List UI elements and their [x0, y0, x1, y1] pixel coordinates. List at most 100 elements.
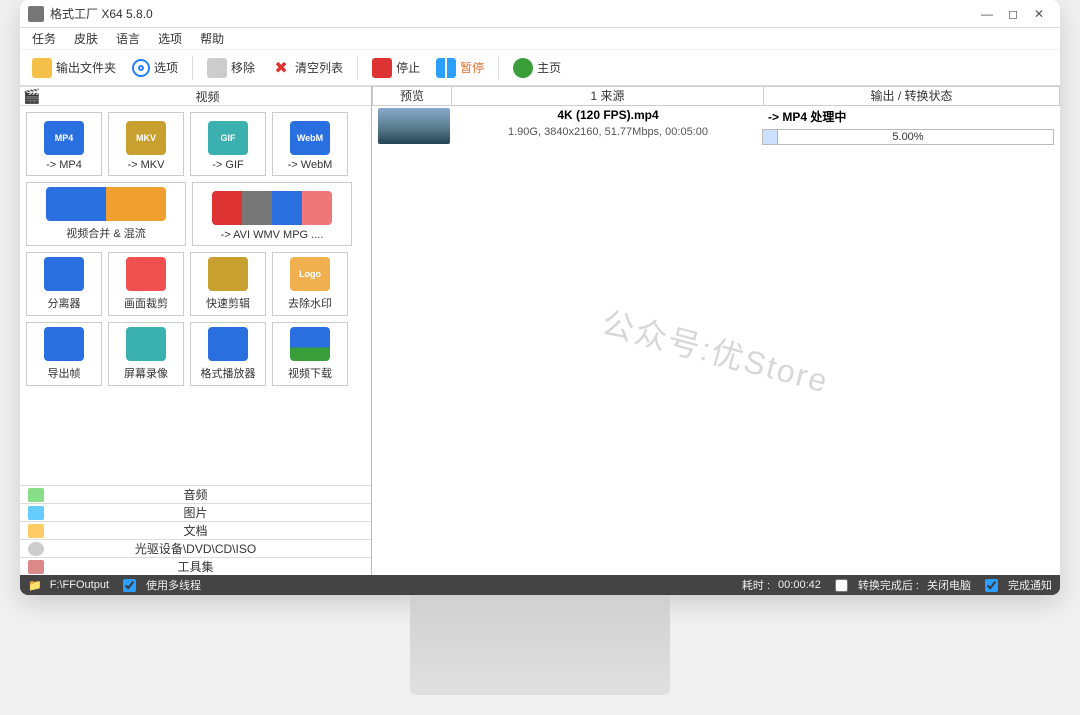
progress-text: 5.00%: [763, 130, 1053, 144]
tool-icon: [126, 327, 166, 361]
toolbar: 输出文件夹 选项 移除 ✖清空列表 停止 暂停 主页: [20, 50, 1060, 86]
tool-icon: MP4: [44, 121, 84, 155]
tool-icon: [46, 187, 166, 221]
tool-label: 快速剪辑: [206, 295, 250, 311]
tool-label: 画面裁剪: [124, 295, 168, 311]
after-done-checkbox[interactable]: [835, 579, 848, 592]
app-icon: [28, 6, 44, 22]
tool-5[interactable]: -> AVI WMV MPG ....: [192, 182, 352, 246]
tool-4[interactable]: 视频合并 & 混流: [26, 182, 186, 246]
done-notify-label: 完成通知: [1008, 577, 1052, 593]
tool-icon: GIF: [208, 121, 248, 155]
tool-icon: WebM: [290, 121, 330, 155]
home-button[interactable]: 主页: [507, 54, 567, 82]
tool-7[interactable]: 画面裁剪: [108, 252, 184, 316]
tool-label: 去除水印: [288, 295, 332, 311]
file-list: 4K (120 FPS).mp4 1.90G, 3840x2160, 51.77…: [372, 106, 1060, 575]
tool-label: -> MKV: [128, 159, 165, 171]
toolkit-icon: [28, 560, 44, 574]
file-status-label: -> MP4 处理中: [762, 108, 1054, 125]
menu-task[interactable]: 任务: [24, 28, 64, 49]
options-icon: [132, 59, 150, 77]
tool-icon: MKV: [126, 121, 166, 155]
clear-list-button[interactable]: ✖清空列表: [265, 54, 349, 82]
toolbar-separator: [357, 56, 358, 80]
menu-language[interactable]: 语言: [108, 28, 148, 49]
pause-icon: [436, 58, 456, 78]
globe-icon: [513, 58, 533, 78]
header-preview[interactable]: 预览: [372, 86, 452, 106]
title-bar: 格式工厂 X64 5.8.0 — ◻ ✕: [20, 0, 1060, 28]
tool-label: 导出帧: [48, 365, 81, 381]
category-toolkit[interactable]: 工具集: [20, 557, 371, 575]
toolbar-separator: [192, 56, 193, 80]
maximize-button[interactable]: ◻: [1000, 5, 1026, 23]
header-status[interactable]: 输出 / 转换状态: [764, 86, 1060, 106]
output-folder-button[interactable]: 输出文件夹: [26, 54, 122, 82]
close-button[interactable]: ✕: [1026, 5, 1052, 23]
minimize-button[interactable]: —: [974, 5, 1000, 23]
done-notify-checkbox[interactable]: [985, 579, 998, 592]
progress-bar: 5.00%: [762, 129, 1054, 145]
category-disc[interactable]: 光驱设备\DVD\CD\ISO: [20, 539, 371, 557]
audio-icon: [28, 488, 44, 502]
file-thumbnail: [378, 108, 450, 144]
tool-label: 分离器: [48, 295, 81, 311]
stop-button[interactable]: 停止: [366, 54, 426, 82]
tool-icon: [208, 327, 248, 361]
clear-icon: ✖: [271, 58, 291, 78]
category-image[interactable]: 图片: [20, 503, 371, 521]
category-document[interactable]: 文档: [20, 521, 371, 539]
video-icon: 🎬: [20, 87, 44, 105]
tool-label: -> GIF: [212, 159, 243, 171]
folder-open-icon[interactable]: 📁: [28, 579, 42, 592]
stop-icon: [372, 58, 392, 78]
pause-button[interactable]: 暂停: [430, 54, 490, 82]
multithread-checkbox[interactable]: [123, 579, 136, 592]
menu-skin[interactable]: 皮肤: [66, 28, 106, 49]
tool-label: -> AVI WMV MPG ....: [221, 229, 324, 241]
file-info: 1.90G, 3840x2160, 51.77Mbps, 00:05:00: [454, 126, 762, 138]
tool-icon: [44, 327, 84, 361]
elapsed-label: 耗时 :: [742, 577, 770, 593]
file-row[interactable]: 4K (120 FPS).mp4 1.90G, 3840x2160, 51.77…: [378, 108, 1054, 148]
category-audio[interactable]: 音频: [20, 485, 371, 503]
category-video-header[interactable]: 🎬视频: [20, 86, 371, 106]
tool-10[interactable]: 导出帧: [26, 322, 102, 386]
tool-label: -> WebM: [288, 159, 333, 171]
image-icon: [28, 506, 44, 520]
tool-3[interactable]: WebM -> WebM: [272, 112, 348, 176]
file-name: 4K (120 FPS).mp4: [454, 108, 762, 122]
tool-6[interactable]: 分离器: [26, 252, 102, 316]
tool-13[interactable]: 视频下载: [272, 322, 348, 386]
left-panel: 🎬视频 MP4-> MP4 MKV -> MKV GIF -> GIF WebM -> We…: [20, 86, 372, 575]
after-done-label: 转换完成后 :: [858, 577, 919, 593]
output-path[interactable]: F:\FFOutput: [50, 579, 109, 591]
menu-help[interactable]: 帮助: [192, 28, 232, 49]
tool-1[interactable]: MKV -> MKV: [108, 112, 184, 176]
watermark: 公众号:优Store: [597, 297, 834, 402]
tool-2[interactable]: GIF -> GIF: [190, 112, 266, 176]
tool-label: 视频合并 & 混流: [66, 225, 145, 241]
toolbar-separator: [498, 56, 499, 80]
remove-button[interactable]: 移除: [201, 54, 261, 82]
options-button[interactable]: 选项: [126, 54, 184, 82]
tool-11[interactable]: 屏幕录像: [108, 322, 184, 386]
after-done-action[interactable]: 关闭电脑: [927, 577, 971, 593]
disc-icon: [28, 542, 44, 556]
video-tools-grid: MP4-> MP4 MKV -> MKV GIF -> GIF WebM -> WebM 视频…: [20, 106, 371, 485]
tool-0[interactable]: MP4-> MP4: [26, 112, 102, 176]
menu-options[interactable]: 选项: [150, 28, 190, 49]
tool-icon: [212, 191, 332, 225]
tool-label: 屏幕录像: [124, 365, 168, 381]
tool-label: 视频下载: [288, 365, 332, 381]
header-source[interactable]: 1 来源: [452, 86, 764, 106]
tool-12[interactable]: 格式播放器: [190, 322, 266, 386]
tool-9[interactable]: Logo去除水印: [272, 252, 348, 316]
document-icon: [28, 524, 44, 538]
tool-8[interactable]: 快速剪辑: [190, 252, 266, 316]
tool-label: 格式播放器: [201, 365, 256, 381]
window-title: 格式工厂 X64 5.8.0: [50, 5, 153, 22]
tool-icon: [126, 257, 166, 291]
tool-icon: [44, 257, 84, 291]
